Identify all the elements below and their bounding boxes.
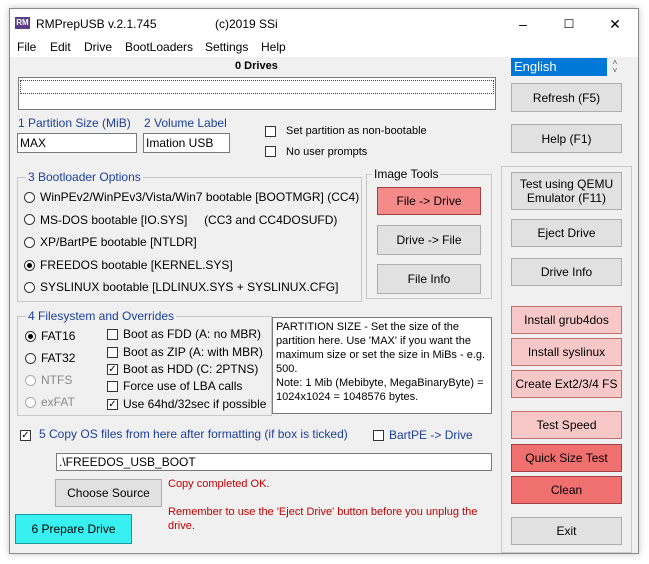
- source-path-input[interactable]: .\FREEDOS_USB_BOOT: [56, 453, 492, 471]
- bootloader-options-title: 3 Bootloader Options: [26, 170, 143, 184]
- bootloader-label-freedos: FREEDOS bootable [KERNEL.SYS]: [40, 258, 233, 272]
- minimize-button[interactable]: –: [500, 9, 546, 39]
- file-info-button[interactable]: File Info: [377, 264, 481, 294]
- fs-label-fat16: FAT16: [41, 329, 76, 343]
- filesystem-title: 4 Filesystem and Overrides: [26, 309, 177, 323]
- clean-button[interactable]: Clean: [511, 476, 622, 504]
- fs-label-fat32: FAT32: [41, 351, 76, 365]
- drive-list-selection: [20, 80, 494, 94]
- drive-to-file-button[interactable]: Drive -> File: [377, 225, 481, 255]
- prepare-drive-button[interactable]: 6 Prepare Drive: [15, 514, 132, 544]
- partition-size-input[interactable]: MAX: [17, 133, 137, 153]
- app-icon: RM: [15, 17, 30, 29]
- menu-help[interactable]: Help: [261, 40, 286, 54]
- no-user-prompts-checkbox[interactable]: [265, 146, 276, 157]
- menu-settings[interactable]: Settings: [205, 40, 248, 54]
- refresh-button[interactable]: Refresh (F5): [511, 83, 622, 112]
- create-ext-fs-button[interactable]: Create Ext2/3/4 FS: [511, 370, 622, 398]
- drives-count-label: 0 Drives: [235, 60, 278, 72]
- override-label-lba: Force use of LBA calls: [123, 379, 243, 393]
- non-bootable-label: Set partition as non-bootable: [286, 125, 427, 137]
- install-grub4dos-button[interactable]: Install grub4dos: [511, 306, 622, 334]
- bootloader-label-xp: XP/BartPE bootable [NTLDR]: [40, 235, 197, 249]
- override-label-64hd: Use 64hd/32sec if possible: [123, 397, 267, 411]
- bartpe-label: BartPE -> Drive: [389, 428, 473, 442]
- install-syslinux-button[interactable]: Install syslinux: [511, 338, 622, 366]
- bootloader-radio-msdos[interactable]: [24, 214, 35, 225]
- copy-os-label: 5 Copy OS files from here after formatti…: [39, 427, 348, 441]
- menu-bar: File Edit Drive BootLoaders Settings Hel…: [10, 39, 638, 57]
- close-button[interactable]: ✕: [592, 9, 638, 39]
- language-spinner-icon[interactable]: ˄ ˅: [609, 59, 621, 76]
- menu-bootloaders[interactable]: BootLoaders: [125, 40, 193, 54]
- fs-label-exfat: exFAT: [41, 395, 75, 409]
- override-checkbox-zip[interactable]: [107, 347, 118, 358]
- override-label-fdd: Boot as FDD (A: no MBR): [123, 327, 262, 341]
- status-line-2: Remember to use the 'Eject Drive' button…: [168, 506, 478, 532]
- partition-size-label: 1 Partition Size (MiB): [18, 116, 131, 130]
- status-line-1: Copy completed OK.: [168, 478, 270, 490]
- help-button[interactable]: Help (F1): [511, 124, 622, 153]
- test-speed-button[interactable]: Test Speed: [511, 411, 622, 439]
- bartpe-checkbox[interactable]: [373, 430, 384, 441]
- no-user-prompts-label: No user prompts: [286, 146, 368, 158]
- volume-label-label: 2 Volume Label: [144, 116, 227, 130]
- bootloader-radio-freedos[interactable]: [24, 260, 35, 271]
- qemu-test-button[interactable]: Test using QEMU Emulator (F11): [511, 172, 622, 210]
- image-tools-title: Image Tools: [372, 167, 441, 181]
- override-label-zip: Boot as ZIP (A: with MBR): [123, 345, 263, 359]
- bootloader-radio-syslinux[interactable]: [24, 282, 35, 293]
- title-bar: RM RMPrepUSB v.2.1.745 (c)2019 SSi – ☐ ✕: [10, 9, 638, 39]
- drive-info-button[interactable]: Drive Info: [511, 258, 622, 286]
- fs-radio-fat32[interactable]: [25, 353, 36, 364]
- fs-label-ntfs: NTFS: [41, 373, 73, 387]
- choose-source-button[interactable]: Choose Source: [55, 479, 162, 507]
- copy-os-checkbox[interactable]: ✓: [20, 430, 31, 441]
- bootloader-radio-xp[interactable]: [24, 237, 35, 248]
- menu-drive[interactable]: Drive: [84, 40, 112, 54]
- bootloader-radio-winpe[interactable]: [24, 192, 35, 203]
- file-to-drive-button[interactable]: File -> Drive: [377, 187, 481, 215]
- override-checkbox-lba[interactable]: [107, 381, 118, 392]
- fs-radio-ntfs: [25, 375, 36, 386]
- bootloader-label-syslinux: SYSLINUX bootable [LDLINUX.SYS + SYSLINU…: [40, 280, 339, 294]
- window-copyright: (c)2019 SSi: [215, 17, 278, 31]
- menu-file[interactable]: File: [17, 40, 36, 54]
- drive-list[interactable]: [18, 77, 496, 110]
- exit-button[interactable]: Exit: [511, 517, 622, 545]
- override-checkbox-fdd[interactable]: [107, 329, 118, 340]
- window-title: RMPrepUSB v.2.1.745: [36, 17, 157, 31]
- maximize-button[interactable]: ☐: [546, 9, 592, 39]
- fs-radio-exfat: [25, 397, 36, 408]
- override-checkbox-hdd[interactable]: ✓: [107, 364, 118, 375]
- fs-radio-fat16[interactable]: [25, 331, 36, 342]
- non-bootable-checkbox[interactable]: [265, 126, 276, 137]
- eject-drive-button[interactable]: Eject Drive: [511, 219, 622, 247]
- language-select[interactable]: English: [511, 58, 607, 76]
- override-checkbox-64hd[interactable]: ✓: [107, 399, 118, 410]
- volume-label-input[interactable]: Imation USB: [143, 133, 230, 153]
- override-label-hdd: Boot as HDD (C: 2PTNS): [123, 362, 259, 376]
- menu-edit[interactable]: Edit: [50, 40, 71, 54]
- main-window: RM RMPrepUSB v.2.1.745 (c)2019 SSi – ☐ ✕…: [9, 8, 639, 554]
- bootloader-label-winpe: WinPEv2/WinPEv3/Vista/Win7 bootable [BOO…: [40, 190, 360, 204]
- bootloader-label-msdos: MS-DOS bootable [IO.SYS] (CC3 and CC4DOS…: [40, 213, 338, 227]
- help-text-box: PARTITION SIZE - Set the size of the par…: [272, 317, 492, 414]
- quick-size-test-button[interactable]: Quick Size Test: [511, 444, 622, 472]
